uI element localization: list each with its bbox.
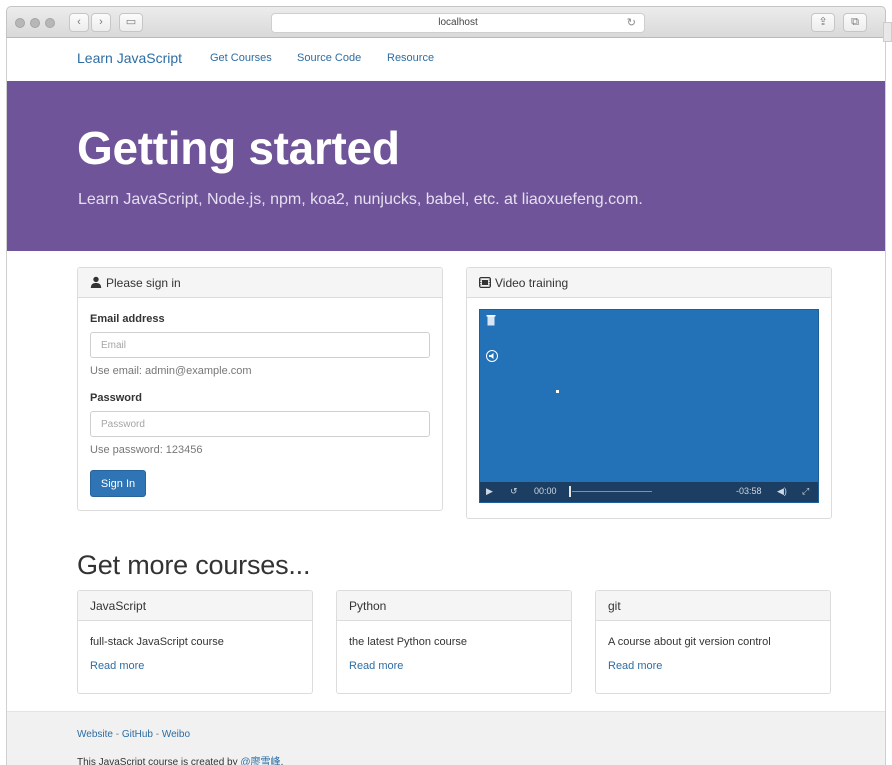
course-card-title: git	[596, 591, 830, 621]
zoom-window-button[interactable]	[45, 18, 55, 28]
email-help-text: Use email: admin@example.com	[90, 365, 252, 377]
fullscreen-icon[interactable]: ⤢	[802, 486, 809, 497]
read-more-link[interactable]: Read more	[349, 660, 403, 672]
nav-link-resource[interactable]: Resource	[387, 52, 434, 64]
video-heading-text: Video training	[495, 276, 569, 290]
course-card: JavaScript full-stack JavaScript course …	[77, 590, 313, 694]
email-label: Email address	[90, 313, 165, 325]
signin-panel: Please sign in Email address Use email: …	[77, 267, 443, 511]
hero-title: Getting started	[77, 122, 400, 174]
replay-icon[interactable]: ↺	[510, 486, 518, 497]
video-player[interactable]: ▶ ↺ 00:00 -03:58 ◀) ⤢	[479, 309, 819, 503]
pointer-icon	[556, 390, 559, 393]
signin-heading-text: Please sign in	[106, 276, 181, 290]
address-text: localhost	[438, 17, 478, 28]
footer-link-github[interactable]: GitHub	[122, 729, 153, 740]
course-card-title: Python	[337, 591, 571, 621]
sidebar-toggle-button[interactable]: ▭	[119, 13, 143, 32]
navbar: Learn JavaScript Get Courses Source Code…	[7, 38, 885, 81]
forward-icon: ›	[99, 16, 103, 28]
current-time: 00:00	[534, 486, 557, 496]
course-card-desc: A course about git version control	[608, 636, 771, 648]
web-page: Learn JavaScript Get Courses Source Code…	[6, 38, 886, 765]
course-card-desc: full-stack JavaScript course	[90, 636, 224, 648]
trash-icon	[486, 314, 496, 328]
side-tab-handle[interactable]	[883, 22, 892, 42]
password-help-text: Use password: 123456	[90, 444, 203, 456]
close-window-button[interactable]	[15, 18, 25, 28]
film-icon	[479, 269, 492, 299]
forward-button[interactable]: ›	[91, 13, 111, 32]
video-controls: ▶ ↺ 00:00 -03:58 ◀) ⤢	[480, 482, 818, 502]
minimize-window-button[interactable]	[30, 18, 40, 28]
tabs-overview-button[interactable]: ⧉	[843, 13, 867, 32]
footer-credit: This JavaScript course is created by @廖雪…	[77, 753, 283, 765]
sign-in-button[interactable]: Sign In	[90, 470, 146, 497]
back-button[interactable]: ‹	[69, 13, 89, 32]
tabs-icon: ⧉	[851, 16, 859, 28]
course-card: Python the latest Python course Read mor…	[336, 590, 572, 694]
share-icon: ⇪	[818, 16, 828, 28]
navbar-brand[interactable]: Learn JavaScript	[77, 50, 182, 66]
credit-suffix: .	[280, 757, 284, 765]
user-icon	[90, 269, 102, 299]
credit-prefix: This JavaScript course is created by	[77, 757, 241, 765]
footer-separator: -	[112, 729, 122, 740]
video-panel: Video training ▶ ↺ 00:00 -03:58 ◀) ⤢	[466, 267, 832, 519]
footer-link-website[interactable]: Website	[77, 729, 113, 740]
signin-panel-heading: Please sign in	[78, 268, 442, 298]
nav-link-source-code[interactable]: Source Code	[297, 52, 361, 64]
volume-icon[interactable]: ◀)	[777, 486, 787, 497]
address-bar[interactable]: localhost ↻	[271, 13, 645, 33]
footer-separator: -	[152, 729, 162, 740]
course-card-title: JavaScript	[78, 591, 312, 621]
footer-link-weibo[interactable]: Weibo	[162, 729, 190, 740]
courses-heading: Get more courses...	[77, 550, 311, 580]
course-card-desc: the latest Python course	[349, 636, 468, 648]
read-more-link[interactable]: Read more	[90, 660, 144, 672]
nav-link-get-courses[interactable]: Get Courses	[210, 52, 272, 64]
remaining-time: -03:58	[736, 486, 762, 496]
speaker-icon	[486, 350, 498, 364]
scrub-track[interactable]	[572, 491, 652, 492]
video-panel-heading: Video training	[467, 268, 831, 298]
email-field[interactable]	[90, 332, 430, 358]
back-icon: ‹	[77, 16, 81, 28]
footer: Website - GitHub - Weibo This JavaScript…	[7, 711, 885, 765]
credit-author-link[interactable]: @廖雪峰	[240, 757, 280, 765]
browser-toolbar: ‹ › ▭ localhost ↻ ⇪ ⧉	[6, 6, 886, 38]
scrub-handle[interactable]	[569, 486, 571, 497]
share-button[interactable]: ⇪	[811, 13, 835, 32]
hero-banner: Getting started Learn JavaScript, Node.j…	[7, 81, 885, 251]
reload-icon[interactable]: ↻	[627, 14, 636, 32]
sidebar-icon: ▭	[125, 16, 137, 28]
footer-links: Website - GitHub - Weibo	[77, 729, 190, 740]
course-card: git A course about git version control R…	[595, 590, 831, 694]
hero-subtitle: Learn JavaScript, Node.js, npm, koa2, nu…	[78, 191, 643, 208]
password-field[interactable]	[90, 411, 430, 437]
play-icon[interactable]: ▶	[486, 486, 493, 497]
password-label: Password	[90, 392, 142, 404]
read-more-link[interactable]: Read more	[608, 660, 662, 672]
